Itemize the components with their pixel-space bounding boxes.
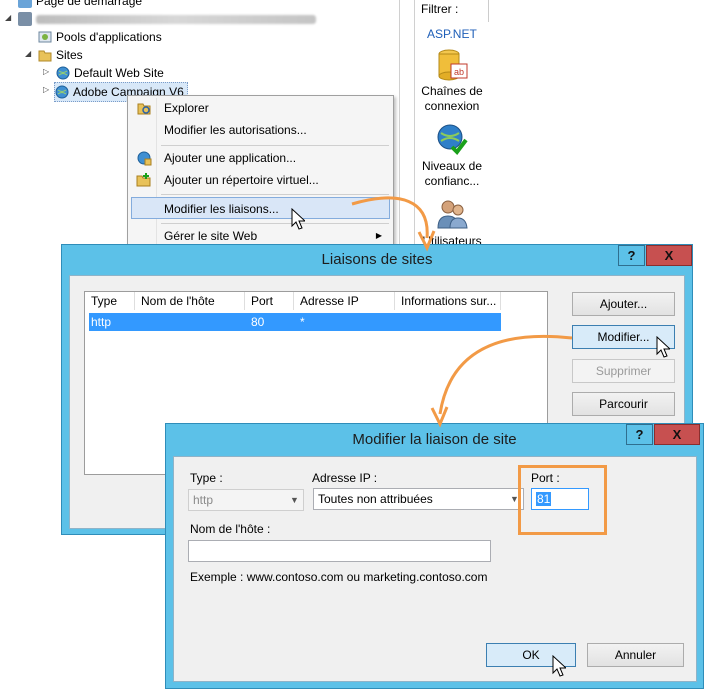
annotation-arrows bbox=[351, 196, 573, 428]
arrow-to-bindings-dialog bbox=[351, 196, 429, 239]
arrow-to-edit-dialog bbox=[438, 334, 573, 415]
